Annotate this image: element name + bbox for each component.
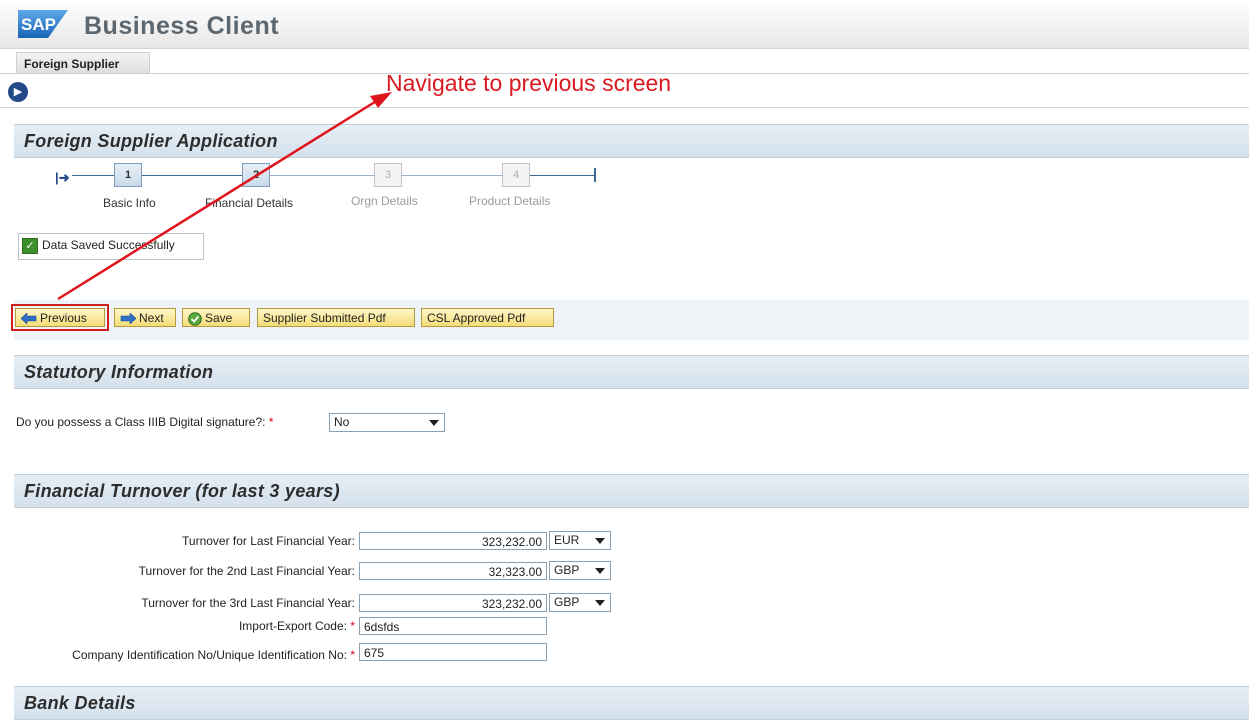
- roadmap-label-1: Basic Info: [103, 196, 156, 210]
- turnover-2nd-year-label: Turnover for the 2nd Last Financial Year…: [138, 564, 355, 578]
- turnover-section-header: Financial Turnover (for last 3 years): [14, 474, 1249, 508]
- toolbar-divider: [0, 107, 1249, 108]
- currency-value: EUR: [554, 533, 580, 547]
- sap-logo: SAP: [18, 10, 68, 38]
- bank-section-header: Bank Details: [14, 686, 1249, 720]
- save-label: Save: [205, 311, 233, 325]
- roadmap-line: [142, 175, 242, 176]
- chevron-down-icon: [595, 600, 605, 606]
- previous-button[interactable]: Previous: [15, 308, 105, 327]
- previous-label: Previous: [40, 311, 87, 325]
- roadmap-start-icon: |➜: [55, 170, 70, 185]
- supplier-submitted-pdf-button[interactable]: Supplier Submitted Pdf: [257, 308, 415, 327]
- message-text: Data Saved Successfully: [42, 238, 175, 252]
- import-export-code-label: Import-Export Code: *: [238, 619, 355, 633]
- digital-signature-select[interactable]: No: [329, 413, 445, 432]
- next-label: Next: [139, 311, 164, 325]
- statutory-section-header: Statutory Information: [14, 355, 1249, 389]
- svg-text:SAP: SAP: [21, 15, 56, 34]
- roadmap-line: [72, 175, 114, 176]
- app-title: Business Client: [84, 12, 280, 40]
- roadmap-label-2: Financial Details: [205, 196, 294, 210]
- roadmap-step-4[interactable]: 4: [502, 163, 530, 187]
- chevron-down-icon: [595, 538, 605, 544]
- required-marker: *: [350, 619, 355, 633]
- turnover-2nd-year-currency[interactable]: GBP: [549, 561, 611, 580]
- required-marker: *: [350, 648, 355, 662]
- chevron-down-icon: [429, 420, 439, 426]
- tab-foreign-supplier[interactable]: Foreign Supplier: [16, 52, 150, 74]
- company-id-label: Company Identification No/Unique Identif…: [72, 648, 355, 662]
- expand-navigation-icon[interactable]: ▶: [8, 82, 28, 102]
- csl-approved-pdf-button[interactable]: CSL Approved Pdf: [421, 308, 554, 327]
- import-export-code-input[interactable]: 6dsfds: [359, 617, 547, 635]
- roadmap-step-3[interactable]: 3: [374, 163, 402, 187]
- roadmap-label-4: Product Details: [469, 194, 551, 208]
- chevron-down-icon: [595, 568, 605, 574]
- save-check-icon: [188, 312, 202, 326]
- statutory-title: Statutory Information: [24, 362, 214, 382]
- roadmap-label-3: Orgn Details: [351, 194, 418, 208]
- annotation-text: Navigate to previous screen: [386, 70, 672, 96]
- roadmap-line: [270, 175, 374, 176]
- turnover-last-year-input[interactable]: 323,232.00: [359, 532, 547, 550]
- digital-signature-label: Do you possess a Class IIIB Digital sign…: [16, 415, 274, 429]
- roadmap-step-1[interactable]: 1: [114, 163, 142, 187]
- turnover-3rd-year-label: Turnover for the 3rd Last Financial Year…: [141, 596, 355, 610]
- digital-signature-value: No: [334, 415, 350, 429]
- tab-label: Foreign Supplier: [24, 57, 120, 71]
- success-check-icon: ✓: [22, 238, 38, 254]
- currency-value: GBP: [554, 595, 580, 609]
- roadmap-step-2[interactable]: 2: [242, 163, 270, 187]
- turnover-last-year-currency[interactable]: EUR: [549, 531, 611, 550]
- turnover-last-year-label: Turnover for Last Financial Year:: [182, 534, 355, 548]
- currency-value: GBP: [554, 563, 580, 577]
- roadmap-end-icon: [594, 168, 596, 182]
- application-title: Foreign Supplier Application: [24, 131, 278, 151]
- turnover-title: Financial Turnover (for last 3 years): [24, 481, 340, 501]
- company-id-input[interactable]: 675: [359, 643, 547, 661]
- turnover-3rd-year-currency[interactable]: GBP: [549, 593, 611, 612]
- bank-title: Bank Details: [24, 693, 136, 713]
- roadmap-line: [530, 175, 596, 176]
- application-header: Foreign Supplier Application: [14, 124, 1249, 158]
- required-marker: *: [268, 415, 274, 429]
- next-button[interactable]: Next: [114, 308, 176, 327]
- turnover-2nd-year-input[interactable]: 32,323.00: [359, 562, 547, 580]
- arrow-right-icon: [120, 313, 136, 325]
- turnover-3rd-year-input[interactable]: 323,232.00: [359, 594, 547, 612]
- arrow-left-icon: [21, 313, 37, 325]
- roadmap-line: [402, 175, 502, 176]
- save-button[interactable]: Save: [182, 308, 250, 327]
